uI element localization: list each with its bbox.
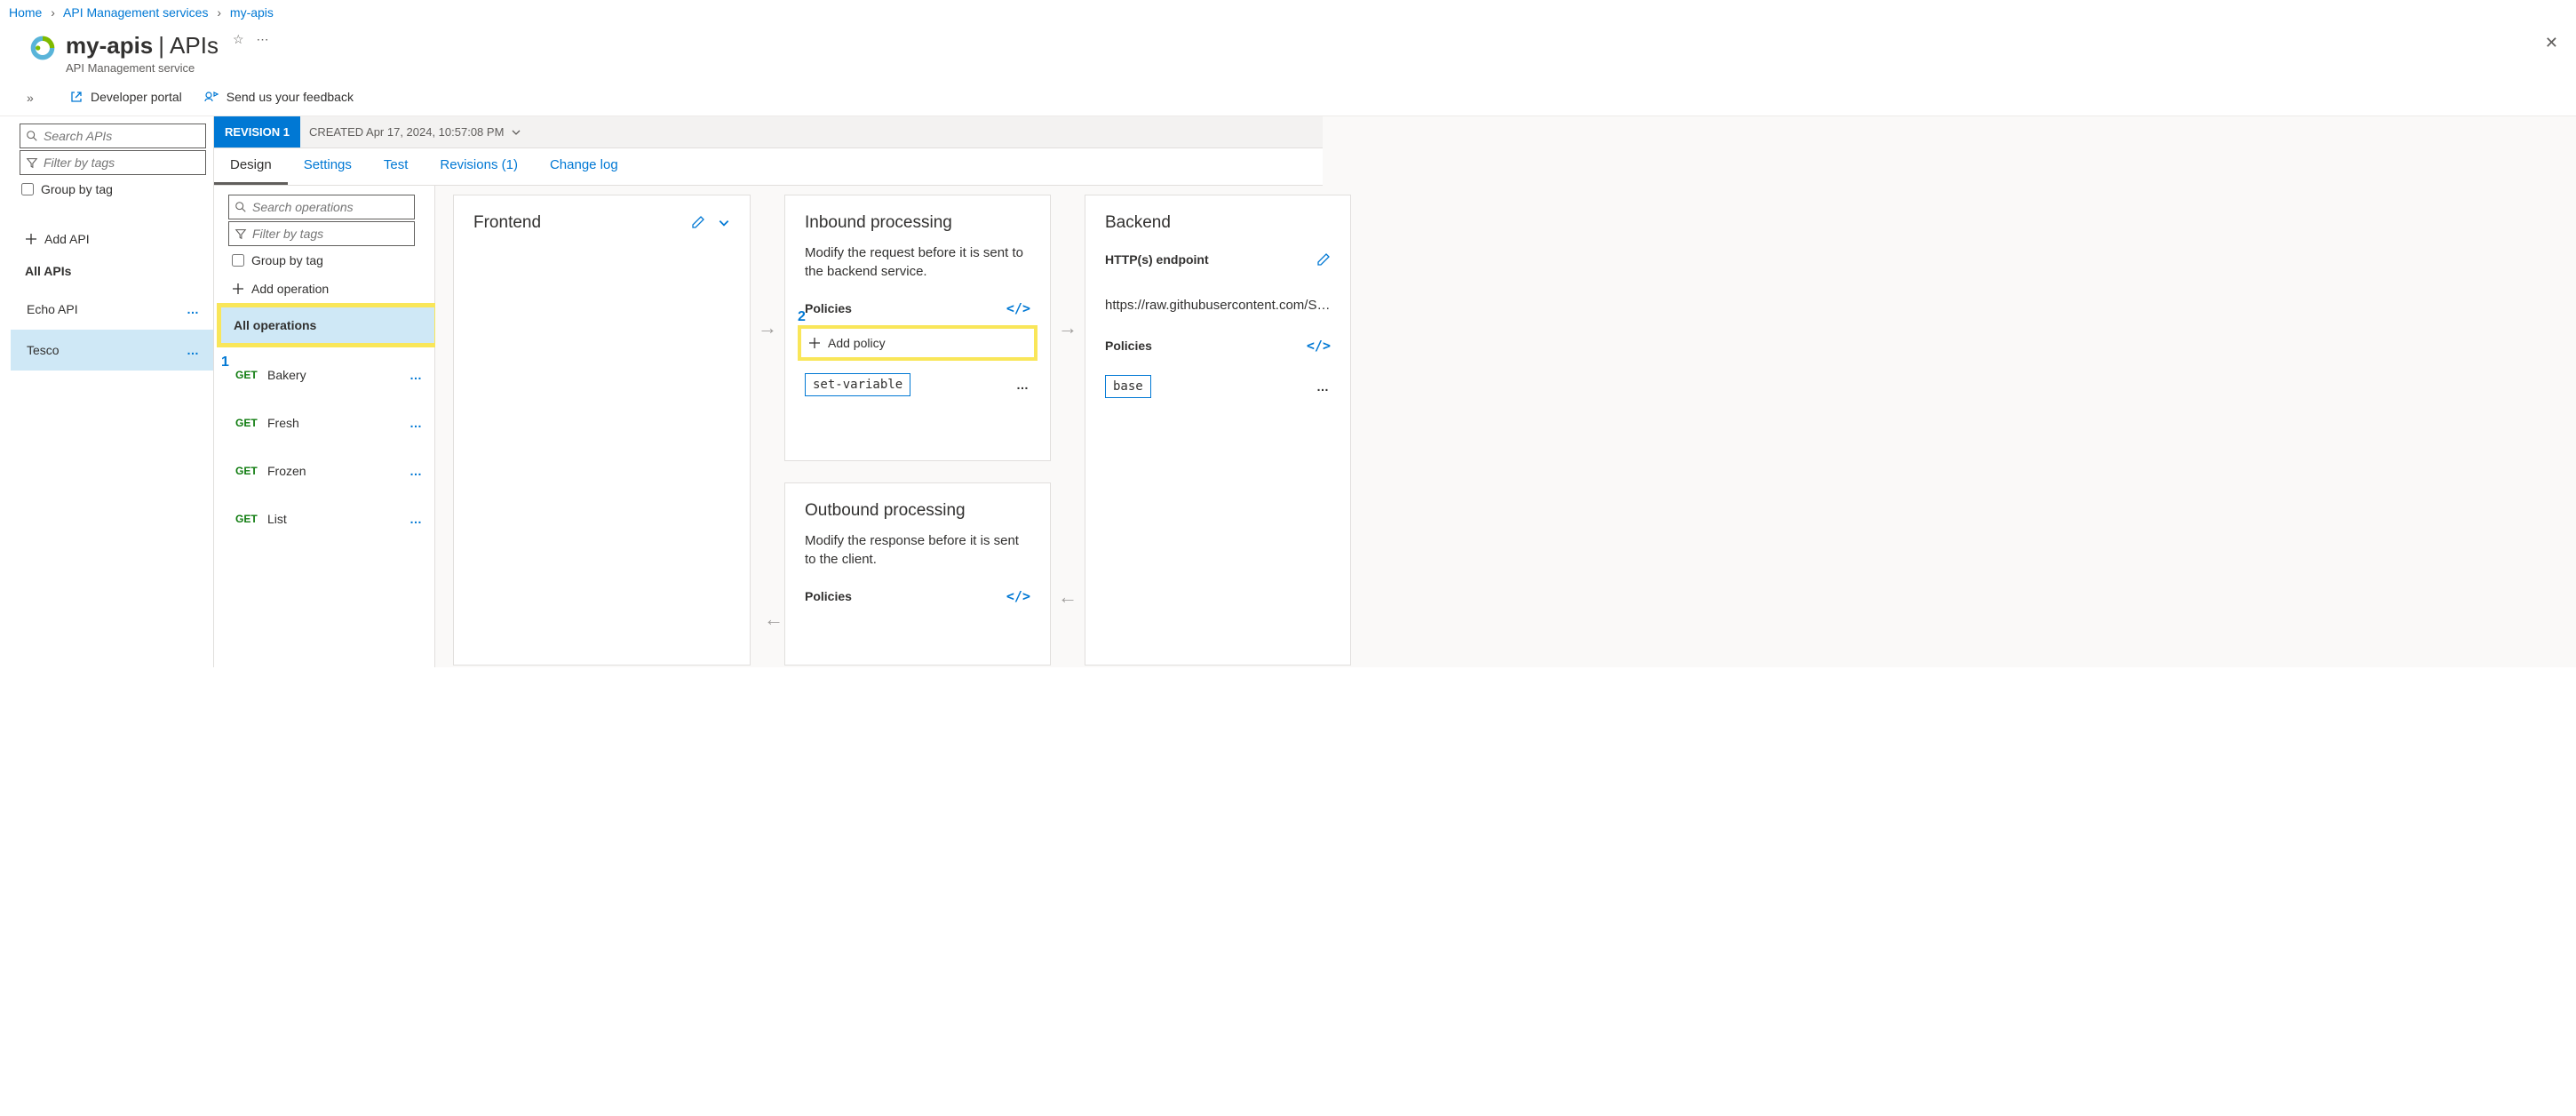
plus-icon xyxy=(232,283,244,295)
arrow-right-icon: → ← xyxy=(1058,195,1077,461)
api-list-pane: Group by tag Add API All APIs Echo API …… xyxy=(0,116,213,667)
search-apis-box[interactable] xyxy=(20,124,206,148)
more-icon[interactable]: … xyxy=(1316,379,1331,394)
operations-pane: REVISION 1 CREATED Apr 17, 2024, 10:57:0… xyxy=(213,116,435,667)
apim-service-icon xyxy=(27,32,59,64)
arrow-left-icon: ← xyxy=(764,608,783,631)
favorite-star-icon[interactable]: ☆ xyxy=(233,32,244,47)
callout-2: 2 xyxy=(798,309,806,325)
group-by-tag-ops[interactable]: Group by tag xyxy=(232,253,434,267)
more-icon[interactable]: … xyxy=(187,302,201,316)
backend-url: https://raw.githubusercontent.com/Sirwan… xyxy=(1085,278,1350,332)
group-by-tag-apis[interactable]: Group by tag xyxy=(21,182,213,196)
chevron-down-icon xyxy=(511,127,521,138)
frontend-panel: Frontend xyxy=(453,195,751,666)
developer-portal-button[interactable]: Developer portal xyxy=(69,90,182,104)
filter-icon xyxy=(235,227,247,240)
external-link-icon xyxy=(69,90,83,104)
backend-endpoint-label: HTTP(s) endpoint xyxy=(1105,252,1209,269)
code-editor-icon[interactable]: </> xyxy=(1006,300,1030,316)
more-icon[interactable]: … xyxy=(409,464,424,478)
operation-item[interactable]: GET Fresh … xyxy=(221,399,434,447)
code-editor-icon[interactable]: </> xyxy=(1006,588,1030,604)
inbound-desc: Modify the request before it is sent to … xyxy=(785,243,1050,295)
add-api-button[interactable]: Add API xyxy=(25,232,213,246)
backend-policies-label: Policies xyxy=(1105,339,1152,353)
page-subtitle: API Management service xyxy=(66,61,219,75)
filter-apis-box[interactable] xyxy=(20,150,206,175)
inbound-panel: Inbound processing Modify the request be… xyxy=(784,195,1051,461)
add-inbound-policy-button[interactable]: 2 Add policy xyxy=(798,325,1038,361)
api-item-echo[interactable]: Echo API … xyxy=(11,289,213,330)
tab-test[interactable]: Test xyxy=(368,148,425,185)
revision-created[interactable]: CREATED Apr 17, 2024, 10:57:08 PM xyxy=(300,116,530,147)
outbound-desc: Modify the response before it is sent to… xyxy=(785,531,1050,583)
filter-operations-input[interactable] xyxy=(252,227,414,241)
breadcrumb-home[interactable]: Home xyxy=(9,5,42,20)
api-item-tesco[interactable]: Tesco … xyxy=(11,330,213,371)
breadcrumb: Home › API Management services › my-apis xyxy=(0,0,2576,25)
page-title: my-apis|APIs xyxy=(66,32,219,60)
edit-backend-button[interactable] xyxy=(1316,252,1331,269)
more-icon[interactable]: … xyxy=(1016,378,1030,392)
design-canvas: Frontend → Inbound processing Modify the… xyxy=(435,116,2576,667)
group-by-tag-checkbox[interactable] xyxy=(21,183,34,195)
chevron-right-icon: › xyxy=(51,5,55,20)
search-icon xyxy=(235,201,247,213)
code-editor-icon[interactable]: </> xyxy=(1307,338,1331,354)
more-icon[interactable]: … xyxy=(409,416,424,430)
policy-chip-set-variable[interactable]: set-variable xyxy=(805,373,910,396)
add-operation-button[interactable]: Add operation xyxy=(232,282,434,296)
more-icon[interactable]: … xyxy=(409,512,424,526)
search-operations-input[interactable] xyxy=(252,200,414,214)
breadcrumb-apim[interactable]: API Management services xyxy=(63,5,208,20)
feedback-button[interactable]: Send us your feedback xyxy=(203,89,354,105)
group-by-tag-checkbox[interactable] xyxy=(232,254,244,267)
tab-revisions[interactable]: Revisions (1) xyxy=(424,148,534,185)
filter-operations-box[interactable] xyxy=(228,221,415,246)
all-operations-link[interactable]: All operations xyxy=(217,303,439,347)
close-icon[interactable]: ✕ xyxy=(2545,34,2558,52)
search-operations-box[interactable] xyxy=(228,195,415,219)
policy-chip-base[interactable]: base xyxy=(1105,375,1151,398)
search-apis-input[interactable] xyxy=(44,129,205,143)
operation-item[interactable]: GET Frozen … xyxy=(221,447,434,495)
more-icon[interactable]: … xyxy=(187,343,201,357)
breadcrumb-myapis[interactable]: my-apis xyxy=(230,5,274,20)
filter-icon xyxy=(26,156,38,169)
expand-sidebar-icon[interactable]: » xyxy=(27,91,34,105)
inbound-policies-label: Policies xyxy=(805,301,852,315)
frontend-title: Frontend xyxy=(473,213,541,233)
api-tabs: Design Settings Test Revisions (1) Chang… xyxy=(214,148,1323,186)
callout-1: 1 xyxy=(221,355,229,371)
feedback-icon xyxy=(203,89,219,105)
outbound-title: Outbound processing xyxy=(805,501,966,521)
plus-icon xyxy=(808,337,821,349)
chevron-right-icon: › xyxy=(217,5,221,20)
inbound-title: Inbound processing xyxy=(805,213,952,233)
backend-panel: Backend HTTP(s) endpoint https://raw.git… xyxy=(1085,195,1351,666)
operation-item[interactable]: GET List … xyxy=(221,495,434,543)
tab-settings[interactable]: Settings xyxy=(288,148,368,185)
page-header: my-apis|APIs API Management service ☆ ⋯ … xyxy=(0,25,2576,82)
outbound-policies-label: Policies xyxy=(805,589,852,603)
command-bar: » Developer portal Send us your feedback xyxy=(0,82,2576,116)
more-icon[interactable]: … xyxy=(409,368,424,382)
frontend-dropdown-icon[interactable] xyxy=(718,218,730,232)
revision-badge[interactable]: REVISION 1 xyxy=(214,116,300,147)
more-menu-icon[interactable]: ⋯ xyxy=(257,32,271,47)
tab-changelog[interactable]: Change log xyxy=(534,148,634,185)
backend-title: Backend xyxy=(1105,213,1171,233)
all-apis-link[interactable]: All APIs xyxy=(25,264,213,278)
filter-apis-input[interactable] xyxy=(44,155,205,170)
revision-bar: REVISION 1 CREATED Apr 17, 2024, 10:57:0… xyxy=(214,116,1323,148)
outbound-panel: ← Outbound processing Modify the respons… xyxy=(784,482,1051,666)
operation-item[interactable]: GET Bakery … xyxy=(221,351,434,399)
edit-frontend-button[interactable] xyxy=(691,218,709,232)
tab-design[interactable]: Design xyxy=(214,148,288,185)
search-icon xyxy=(26,130,38,142)
plus-icon xyxy=(25,233,37,245)
arrow-left-icon: ← xyxy=(1058,586,1077,609)
arrow-right-icon: → xyxy=(758,195,777,461)
